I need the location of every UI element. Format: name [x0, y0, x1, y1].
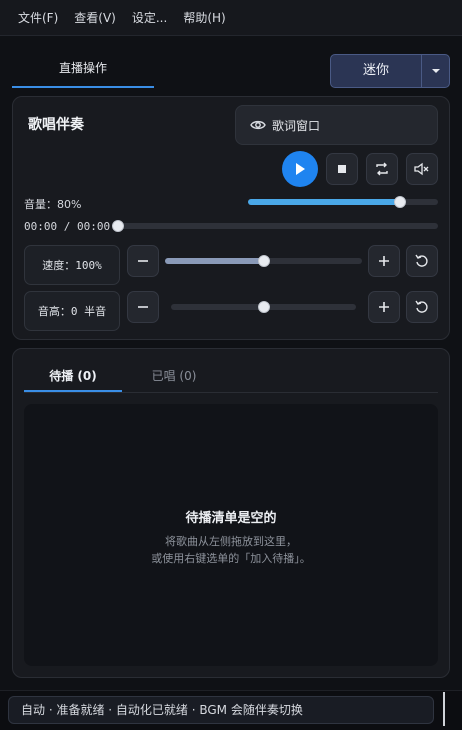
status-divider [443, 692, 445, 726]
menu-file[interactable]: 文件(F) [10, 0, 66, 36]
progress-slider[interactable] [112, 220, 438, 232]
lyrics-window-label: 歌词窗口 [272, 118, 321, 133]
minus-icon [138, 260, 148, 262]
menu-settings[interactable]: 设定... [124, 0, 175, 36]
plus-icon [379, 302, 389, 312]
mini-mode-dropdown[interactable] [421, 55, 449, 87]
minus-icon [138, 306, 148, 308]
pitch-slider[interactable] [171, 301, 356, 313]
tab-pending[interactable]: 待播 (0) [24, 362, 122, 392]
stop-icon [338, 165, 346, 173]
speed-increase-button[interactable] [368, 245, 400, 277]
speed-reset-button[interactable] [406, 245, 438, 277]
empty-queue-title: 待播清单是空的 [185, 511, 277, 526]
speed-slider[interactable] [165, 255, 362, 267]
empty-queue-hint-2: 或使用右键选单的「加入待播」。 [151, 552, 311, 565]
speed-value-box: 速度：100% [24, 245, 120, 285]
pitch-increase-button[interactable] [368, 291, 400, 323]
mute-icon [414, 162, 429, 176]
mute-button[interactable] [406, 153, 438, 185]
mini-mode-label[interactable]: 迷你 [331, 55, 421, 87]
speed-thumb[interactable] [257, 255, 270, 267]
speed-decrease-button[interactable] [127, 245, 159, 277]
status-text: 自动 · 准备就绪 · 自动化已就绪 · BGM 会随伴奏切换 [8, 696, 434, 724]
reset-icon [415, 300, 428, 313]
loop-button[interactable] [366, 153, 398, 185]
reset-icon [415, 254, 428, 267]
eye-icon [250, 120, 266, 130]
progress-thumb[interactable] [112, 220, 124, 232]
pitch-thumb[interactable] [257, 301, 270, 313]
empty-queue-hint-1: 将歌曲从左侧拖放到这里， [165, 535, 297, 548]
pitch-decrease-button[interactable] [127, 291, 159, 323]
speed-fill [165, 258, 264, 264]
volume-thumb[interactable] [394, 196, 406, 208]
accompaniment-title: 歌唱伴奏 [28, 117, 84, 133]
volume-label: 音量：80% [24, 198, 82, 211]
caret-down-icon [431, 69, 440, 73]
volume-fill [248, 199, 400, 205]
pitch-reset-button[interactable] [406, 291, 438, 323]
menu-help[interactable]: 帮助(H) [175, 0, 233, 36]
play-button[interactable] [282, 151, 318, 187]
lyrics-window-button[interactable]: 歌词窗口 [235, 105, 438, 145]
volume-slider[interactable] [248, 196, 438, 208]
tab-live-ops[interactable]: 直播操作 [12, 50, 154, 88]
time-readout: 00:00 / 00:00 [24, 220, 111, 233]
repeat-icon [376, 162, 388, 176]
tab-sung[interactable]: 已唱 (0) [132, 362, 216, 392]
stop-button[interactable] [326, 153, 358, 185]
pitch-value-box: 音高：0 半音 [24, 291, 120, 331]
menu-bar: 文件(F) 查看(V) 设定... 帮助(H) [0, 0, 462, 36]
play-icon [296, 163, 305, 175]
menu-view[interactable]: 查看(V) [66, 0, 124, 36]
plus-icon [379, 256, 389, 266]
queue-tab-divider [24, 392, 438, 393]
mini-mode-button[interactable]: 迷你 [330, 54, 450, 88]
